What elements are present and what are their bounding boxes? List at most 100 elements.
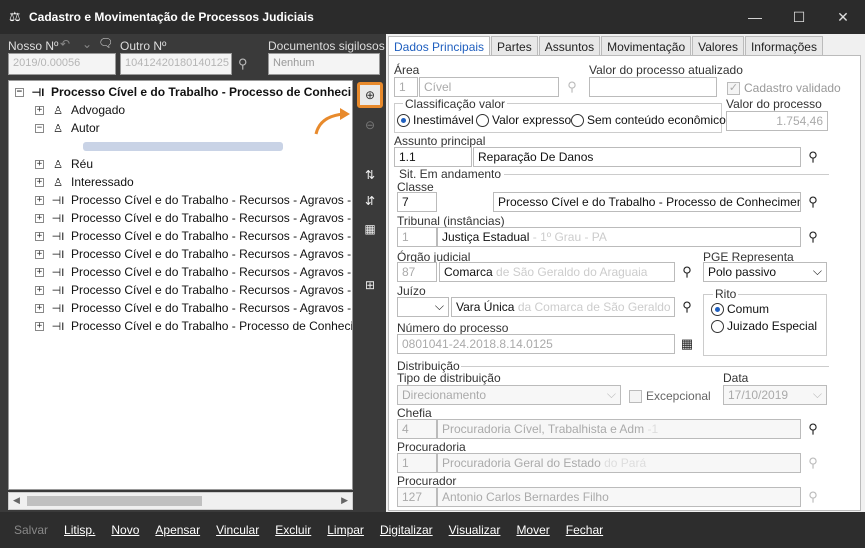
radio-valor-expresso[interactable]: Valor expresso <box>476 113 571 127</box>
juizo-input[interactable]: Vara Única da Comarca de São Geraldo do <box>451 297 675 317</box>
chevron-down-icon[interactable]: ⌵ <box>813 387 822 402</box>
chevron-down-icon[interactable]: ⌄ <box>82 37 92 51</box>
tab-dados-principais[interactable]: Dados Principais <box>388 36 491 55</box>
sort-asc-icon[interactable]: ⇅ <box>357 162 383 188</box>
tipo-distribuicao-select[interactable]: Direcionamento ⌵ <box>397 385 621 405</box>
digitalizar-button[interactable]: Digitalizar <box>380 523 433 537</box>
classe-code-input[interactable]: 7 <box>397 192 437 212</box>
tree-item-recurso[interactable]: + ⊣I Processo Cível e do Trabalho - Recurs… <box>35 209 352 227</box>
add-circle-icon[interactable]: ⊕ <box>357 82 383 108</box>
tree-item-reu[interactable]: + ♙ Réu <box>35 155 93 173</box>
numero-input[interactable]: 0801041-24.2018.8.14.0125 <box>397 334 675 354</box>
tree-root[interactable]: − ⊣I Processo Cível e do Trabalho - Proc… <box>15 83 352 101</box>
tribunal-code-input[interactable]: 1 <box>397 227 437 247</box>
procuradoria-input[interactable]: Procuradoria Geral do Estado do Pará <box>437 453 801 473</box>
salvar-button[interactable]: Salvar <box>14 523 48 537</box>
valor-atualizado-input[interactable] <box>589 77 717 97</box>
calendar-sort-icon[interactable]: ▦ <box>357 216 383 242</box>
expand-icon[interactable]: + <box>35 105 44 115</box>
tree-item-conhecimento[interactable]: + ⊣I Processo Cível e do Trabalho - Proces… <box>35 317 352 335</box>
expand-icon[interactable]: + <box>35 213 44 223</box>
expand-icon[interactable]: + <box>35 159 44 169</box>
search-icon[interactable]: ⚲ <box>238 56 248 72</box>
expand-icon[interactable]: + <box>35 195 44 205</box>
orgao-code-input[interactable]: 87 <box>397 262 437 282</box>
novo-button[interactable]: Novo <box>111 523 139 537</box>
procuradoria-code-input[interactable]: 1 <box>397 453 437 473</box>
tree-item-interessado[interactable]: + ♙ Interessado <box>35 173 134 191</box>
barcode-icon[interactable]: ▦ <box>679 336 695 352</box>
scroll-right-icon[interactable]: ▶ <box>341 495 348 506</box>
procurador-input[interactable]: Antonio Carlos Bernardes Filho <box>437 487 801 507</box>
remove-circle-icon[interactable]: ⊖ <box>357 112 383 138</box>
radio-comum[interactable]: Comum <box>711 302 769 316</box>
tab-valores[interactable]: Valores <box>692 36 744 55</box>
cadastro-validado-checkbox[interactable]: ✓ Cadastro validado <box>727 81 841 95</box>
tree-item-recurso[interactable]: + ⊣I Processo Cível e do Trabalho - Recurs… <box>35 245 352 263</box>
search-icon[interactable]: ⚲ <box>805 489 821 505</box>
tree-item-recurso[interactable]: + ⊣I Processo Cível e do Trabalho - Recurs… <box>35 191 352 209</box>
tree-item-advogado[interactable]: + ♙ Advogado <box>35 101 125 119</box>
tree-item-recurso[interactable]: + ⊣I Processo Cível e do Trabalho - Recurs… <box>35 227 352 245</box>
scrollbar-thumb[interactable] <box>27 496 202 506</box>
limpar-button[interactable]: Limpar <box>327 523 364 537</box>
excepcional-checkbox[interactable]: Excepcional <box>629 389 711 403</box>
expand-icon[interactable]: + <box>35 321 44 331</box>
comment-icon[interactable]: 🗨 <box>98 36 113 50</box>
tree-horizontal-scrollbar[interactable]: ◀ ▶ <box>8 492 353 510</box>
fechar-button[interactable]: Fechar <box>566 523 603 537</box>
chevron-down-icon[interactable]: ⌵ <box>813 264 822 279</box>
tree-item-recurso[interactable]: + ⊣I Processo Cível e do Trabalho - Recurs… <box>35 263 352 281</box>
search-icon[interactable]: ⚲ <box>805 194 821 210</box>
tree-item-recurso[interactable]: + ⊣I Processo Cível e do Trabalho - Recurs… <box>35 299 352 317</box>
expand-icon[interactable]: + <box>35 267 44 277</box>
radio-juizado-especial[interactable]: Juizado Especial <box>711 319 817 333</box>
search-icon[interactable]: ⚲ <box>805 149 821 165</box>
chefia-code-input[interactable]: 4 <box>397 419 437 439</box>
search-icon[interactable]: ⚲ <box>679 299 695 315</box>
assunto-code-input[interactable]: 1.1 <box>394 147 472 167</box>
procurador-code-input[interactable]: 127 <box>397 487 437 507</box>
tree-item-autor[interactable]: − ♙ Autor <box>35 119 100 137</box>
assunto-input[interactable]: Reparação De Danos <box>473 147 801 167</box>
add-node-icon[interactable]: ⊞ <box>357 272 383 298</box>
outro-input[interactable]: 10412420180140125 <box>120 53 232 75</box>
vincular-button[interactable]: Vincular <box>216 523 259 537</box>
tab-assuntos[interactable]: Assuntos <box>538 36 601 55</box>
undo-icon[interactable]: ↶ <box>60 37 70 51</box>
collapse-icon[interactable]: − <box>15 87 24 97</box>
tab-partes[interactable]: Partes <box>491 36 538 55</box>
tab-movimentacao[interactable]: Movimentação <box>601 36 692 55</box>
expand-icon[interactable]: + <box>35 303 44 313</box>
chefia-input[interactable]: Procuradoria Cível, Trabalhista e Adm -1 <box>437 419 801 439</box>
expand-icon[interactable]: + <box>35 231 44 241</box>
maximize-icon[interactable]: ☐ <box>777 0 821 34</box>
process-tree[interactable]: − ⊣I Processo Cível e do Trabalho - Proc… <box>8 80 353 490</box>
search-icon[interactable]: ⚲ <box>805 229 821 245</box>
nosso-input[interactable]: 2019/0.00056 <box>8 53 116 75</box>
close-icon[interactable]: ✕ <box>821 0 865 34</box>
expand-icon[interactable]: + <box>35 285 44 295</box>
apensar-button[interactable]: Apensar <box>155 523 200 537</box>
excluir-button[interactable]: Excluir <box>275 523 311 537</box>
search-icon[interactable]: ⚲ <box>564 79 580 95</box>
tree-item-recurso[interactable]: + ⊣I Processo Cível e do Trabalho - Recurs… <box>35 281 352 299</box>
chevron-down-icon[interactable]: ⌵ <box>435 299 444 314</box>
area-input[interactable]: Cível <box>419 77 559 97</box>
litisp-button[interactable]: Litisp. <box>64 523 95 537</box>
radio-inestimavel[interactable]: Inestimável <box>397 113 474 127</box>
pge-select[interactable]: Polo passivo ⌵ <box>703 262 827 282</box>
tribunal-input[interactable]: Justiça Estadual - 1º Grau - PA <box>437 227 801 247</box>
scroll-left-icon[interactable]: ◀ <box>13 495 20 506</box>
mover-button[interactable]: Mover <box>516 523 549 537</box>
sort-desc-icon[interactable]: ⇵ <box>357 188 383 214</box>
area-code-input[interactable]: 1 <box>394 77 418 97</box>
docs-sigilosos-select[interactable]: Nenhum <box>268 53 380 75</box>
tree-item-autor-child[interactable] <box>83 137 283 155</box>
expand-icon[interactable]: + <box>35 177 44 187</box>
search-icon[interactable]: ⚲ <box>805 455 821 471</box>
tab-informacoes[interactable]: Informações <box>744 36 823 55</box>
collapse-icon[interactable]: − <box>35 123 44 133</box>
data-input[interactable]: 17/10/2019 ⌵ <box>723 385 827 405</box>
classe-input[interactable]: Processo Cível e do Trabalho - Processo … <box>493 192 801 212</box>
